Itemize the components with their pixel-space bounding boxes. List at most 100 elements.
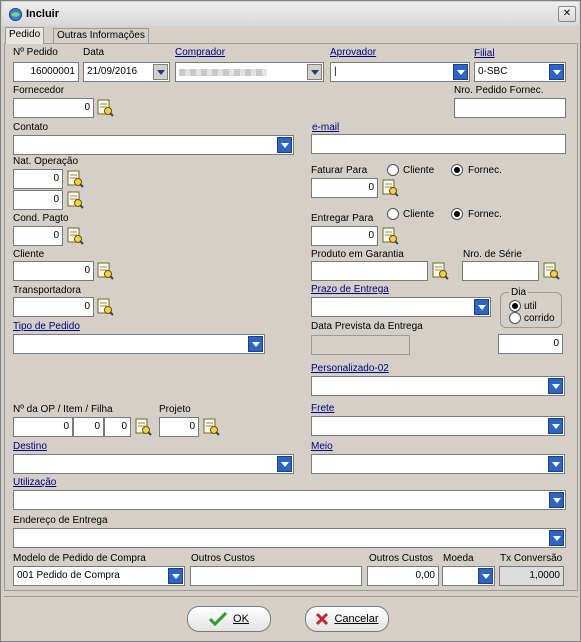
- data-date-picker[interactable]: 21/09/2016: [83, 62, 170, 82]
- filial-select[interactable]: 0-SBC: [474, 62, 566, 82]
- comprador-dropdown-button[interactable]: [307, 64, 322, 80]
- nro-serie-lookup-icon[interactable]: [542, 262, 560, 280]
- modelo-dropdown-button[interactable]: [168, 568, 183, 584]
- cliente-lookup-icon[interactable]: [96, 262, 114, 280]
- cancelar-label: Cancelar: [334, 613, 379, 625]
- personalizado-label[interactable]: Personalizado-02: [311, 363, 389, 375]
- tx-conversao-field: 1,0000: [499, 566, 564, 586]
- utilizacao-dropdown-button[interactable]: [549, 492, 564, 508]
- filial-label[interactable]: Filial: [474, 48, 495, 60]
- nat-operacao-lookup-icon-2[interactable]: [66, 191, 84, 209]
- tab-outras-informacoes[interactable]: Outras Informações: [53, 28, 149, 43]
- produto-garantia-field[interactable]: [311, 261, 428, 281]
- endereco-select[interactable]: [13, 528, 566, 548]
- entregar-para-lookup-icon[interactable]: [381, 227, 399, 245]
- cond-pagto-lookup-icon[interactable]: [66, 227, 84, 245]
- tipo-pedido-dropdown-button[interactable]: [248, 336, 263, 352]
- dia-util-label: util: [524, 301, 537, 312]
- email-label[interactable]: e-mail: [312, 122, 339, 134]
- moeda-select[interactable]: [442, 566, 495, 586]
- transportadora-lookup-icon[interactable]: [96, 298, 114, 316]
- transportadora-field[interactable]: 0: [13, 297, 94, 317]
- cond-pagto-field[interactable]: 0: [13, 226, 63, 246]
- projeto-lookup-icon[interactable]: [202, 418, 220, 436]
- contato-label: Contato: [13, 122, 49, 133]
- filha-field[interactable]: 0: [104, 417, 131, 437]
- op-lookup-icon[interactable]: [134, 418, 152, 436]
- data-dropdown-button[interactable]: [153, 64, 168, 80]
- dias-prazo-field[interactable]: 0: [498, 334, 563, 354]
- produto-garantia-lookup-icon[interactable]: [431, 262, 449, 280]
- tipo-pedido-label[interactable]: Tipo de Pedido: [13, 321, 80, 333]
- data-prevista-label: Data Prevista da Entrega: [311, 321, 423, 332]
- frete-select[interactable]: [311, 416, 565, 436]
- outros-custos-desc-field[interactable]: [190, 566, 362, 586]
- tab-pedido[interactable]: Pedido: [5, 27, 45, 44]
- entregar-fornec-radio[interactable]: [451, 208, 463, 220]
- meio-label[interactable]: Meio: [311, 441, 333, 453]
- op-field[interactable]: 0: [13, 417, 73, 437]
- destino-label[interactable]: Destino: [13, 441, 47, 453]
- title-bar: Incluir ✕: [2, 2, 579, 26]
- tipo-pedido-select[interactable]: [13, 334, 265, 354]
- dia-util-radio[interactable]: [509, 300, 521, 312]
- comprador-select[interactable]: [175, 62, 324, 82]
- prazo-entrega-dropdown-button[interactable]: [474, 299, 489, 315]
- outros-custos-val-field[interactable]: 0,00: [367, 566, 439, 586]
- item-field[interactable]: 0: [73, 417, 104, 437]
- aprovador-dropdown-button[interactable]: [453, 64, 468, 80]
- cliente-field[interactable]: 0: [13, 261, 94, 281]
- prazo-entrega-label[interactable]: Prazo de Entrega: [311, 284, 389, 296]
- fornecedor-field[interactable]: 0: [13, 98, 94, 118]
- utilizacao-label[interactable]: Utilização: [13, 477, 56, 489]
- contato-dropdown-button[interactable]: [277, 137, 292, 153]
- tab-outras-label: Outras Informações: [57, 30, 145, 41]
- ok-button[interactable]: OK: [187, 606, 271, 632]
- nr-pedido-field[interactable]: 16000001: [13, 62, 79, 82]
- filial-dropdown-button[interactable]: [549, 64, 564, 80]
- dia-corrido-radio[interactable]: [509, 312, 521, 324]
- cancel-x-icon: [316, 612, 329, 626]
- aprovador-select[interactable]: |: [330, 62, 470, 82]
- close-button[interactable]: ✕: [558, 6, 576, 22]
- moeda-dropdown-button[interactable]: [478, 568, 493, 584]
- faturar-fornec-radio[interactable]: [451, 164, 463, 176]
- nro-serie-field[interactable]: [462, 261, 539, 281]
- fornecedor-label: Fornecedor: [13, 85, 65, 96]
- cancelar-button[interactable]: Cancelar: [305, 606, 389, 632]
- email-field[interactable]: [311, 134, 566, 154]
- meio-select[interactable]: [311, 454, 565, 474]
- nr-pedido-label: Nº Pedido: [13, 47, 58, 58]
- comprador-label[interactable]: Comprador: [175, 47, 225, 59]
- destino-select[interactable]: [13, 454, 294, 474]
- entregar-cliente-label: Cliente: [403, 209, 435, 220]
- nro-pedido-fornec-field[interactable]: [454, 98, 566, 118]
- frete-label[interactable]: Frete: [311, 403, 334, 415]
- window-title: Incluir: [26, 8, 60, 20]
- filial-value: 0-SBC: [478, 66, 508, 77]
- nat-operacao-field-1[interactable]: 0: [13, 169, 63, 189]
- fornecedor-lookup-icon[interactable]: [96, 99, 114, 117]
- faturar-para-lookup-icon[interactable]: [381, 179, 399, 197]
- faturar-para-field[interactable]: 0: [311, 178, 378, 198]
- endereco-dropdown-button[interactable]: [549, 530, 564, 546]
- faturar-cliente-radio[interactable]: [387, 164, 399, 176]
- frete-dropdown-button[interactable]: [548, 418, 563, 434]
- entregar-cliente-radio[interactable]: [387, 208, 399, 220]
- meio-dropdown-button[interactable]: [548, 456, 563, 472]
- prazo-entrega-select[interactable]: [311, 297, 491, 317]
- nat-operacao-lookup-icon-1[interactable]: [66, 170, 84, 188]
- personalizado-dropdown-button[interactable]: [548, 378, 563, 394]
- data-label: Data: [83, 47, 105, 58]
- projeto-field[interactable]: 0: [159, 417, 199, 437]
- personalizado-select[interactable]: [311, 376, 565, 396]
- contato-select[interactable]: [13, 135, 294, 155]
- entregar-para-field[interactable]: 0: [311, 226, 378, 246]
- faturar-cliente-label: Cliente: [403, 165, 435, 176]
- modelo-select[interactable]: 001 Pedido de Compra: [13, 566, 185, 586]
- utilizacao-select[interactable]: [13, 490, 566, 510]
- nat-operacao-field-2[interactable]: 0: [13, 190, 63, 210]
- aprovador-label[interactable]: Aprovador: [330, 47, 376, 59]
- destino-dropdown-button[interactable]: [277, 456, 292, 472]
- moeda-label: Moeda: [443, 553, 474, 564]
